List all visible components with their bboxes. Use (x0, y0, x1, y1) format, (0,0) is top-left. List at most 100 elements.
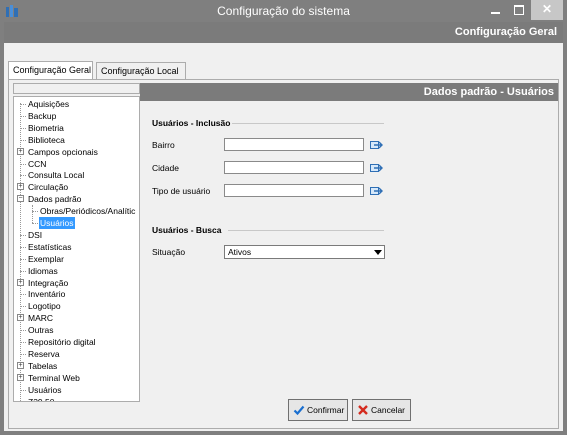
tree-item[interactable]: Usuários (14, 384, 139, 396)
cancel-label: Cancelar (371, 405, 406, 415)
lookup-icon[interactable] (370, 162, 383, 173)
tree-item[interactable]: DSI (14, 229, 139, 241)
tipo-de-usuario-label: Tipo de usuário (152, 186, 211, 196)
lookup-icon[interactable] (370, 139, 383, 150)
tree-connector (20, 294, 26, 296)
tree-item[interactable]: Outras (14, 324, 139, 336)
tree-item[interactable]: Consulta Local (14, 169, 139, 181)
situacao-select[interactable]: Ativos (224, 245, 385, 259)
tree-item[interactable]: Repositório digital (14, 336, 139, 348)
tree-item-label: DSI (28, 229, 43, 240)
tree-connector (20, 234, 26, 236)
tree-item[interactable]: Backup (14, 110, 139, 122)
search-divider (228, 230, 384, 231)
tree-item-label: Backup (28, 110, 57, 121)
expand-icon[interactable]: + (17, 278, 24, 286)
inclusion-section-label: Usuários - Inclusão (152, 118, 231, 128)
tab-body: Aquisições Backup Biometria Biblioteca + Camp… (8, 79, 559, 429)
close-icon: ✕ (541, 2, 553, 16)
tree-item[interactable]: Z39.50 (14, 396, 139, 402)
tree-item[interactable]: + Circulação (14, 181, 139, 193)
tree-item-label: Campos opcionais (28, 146, 98, 157)
tree-item[interactable]: + Terminal Web (14, 372, 139, 384)
tree-item-label: Estatísticas (28, 241, 72, 252)
settings-tree[interactable]: Aquisições Backup Biometria Biblioteca + Camp… (13, 96, 140, 402)
tipo-de-usuario-input[interactable] (224, 184, 364, 197)
tree-item[interactable]: + Integração (14, 277, 139, 289)
tree-connector (20, 139, 26, 141)
tree-item[interactable]: Exemplar (14, 253, 139, 265)
tree-item[interactable]: CCN (14, 158, 139, 170)
tree-item[interactable]: Aquisições (14, 98, 139, 110)
tree-item[interactable]: − Dados padrão (14, 193, 139, 205)
expand-icon[interactable]: + (17, 147, 24, 155)
expand-icon[interactable]: + (17, 373, 24, 381)
collapse-icon[interactable]: − (17, 195, 24, 203)
tree-item-label: Z39.50 (28, 396, 55, 402)
tree-item[interactable]: Reserva (14, 348, 139, 360)
app-window: Configuração do sistema ✕ Configuração G… (0, 0, 567, 435)
tree-item[interactable]: Logotipo (14, 300, 139, 312)
tree-item-label: Circulação (28, 182, 69, 193)
tree-connector (20, 270, 26, 272)
tree-item-label: Reserva (28, 348, 60, 359)
chevron-down-icon[interactable] (374, 250, 382, 255)
header-band: Configuração Geral (4, 22, 563, 43)
tree-item[interactable]: Biometria (14, 122, 139, 134)
window-title: Configuração do sistema (217, 4, 350, 18)
tree-item-label: Biometria (28, 122, 64, 133)
close-button[interactable]: ✕ (531, 0, 563, 20)
tree-item-label: Aquisições (28, 99, 70, 109)
cidade-input[interactable] (224, 161, 364, 174)
tree-item[interactable]: Biblioteca (14, 134, 139, 146)
minimize-button[interactable] (483, 0, 507, 20)
bairro-label: Bairro (152, 140, 175, 150)
tree-item[interactable]: Inventário (14, 288, 139, 300)
confirm-button[interactable]: Confirmar (288, 399, 348, 421)
settings-panel: Dados padrão - Usuários Usuários - Inclu… (140, 83, 558, 426)
tree-item-label: MARC (28, 313, 54, 324)
tree-item-label: Exemplar (28, 253, 64, 264)
tree-item[interactable]: Idiomas (14, 265, 139, 277)
expand-icon[interactable]: + (17, 361, 24, 369)
tree-connector (20, 353, 26, 355)
inclusion-divider (232, 123, 384, 124)
tree-filter-bar[interactable] (13, 83, 140, 94)
expand-icon[interactable]: + (17, 183, 24, 191)
tree-connector (32, 223, 38, 224)
tree-item[interactable]: + Campos opcionais (14, 146, 139, 158)
cidade-label: Cidade (152, 163, 179, 173)
tree-connector (20, 115, 26, 117)
window-client: Configuração Geral Configuração Geral Co… (4, 22, 563, 431)
tree-item-label: Integração (28, 277, 69, 288)
lookup-icon[interactable] (370, 185, 383, 196)
situacao-value: Ativos (228, 247, 252, 257)
x-icon (358, 405, 368, 415)
tree-item-label: Tabelas (28, 360, 58, 371)
maximize-button[interactable] (507, 0, 531, 20)
tree-item[interactable]: + MARC (14, 312, 139, 324)
confirm-label: Confirmar (307, 405, 345, 415)
tree-connector (20, 104, 26, 105)
tree-connector (20, 258, 26, 260)
tree-item[interactable]: + Tabelas (14, 360, 139, 372)
title-bar[interactable]: Configuração do sistema ✕ (0, 0, 567, 22)
tab-configuracao-geral[interactable]: Configuração Geral (8, 61, 93, 80)
tree-item-label: Repositório digital (28, 337, 96, 347)
expand-icon[interactable]: + (17, 314, 24, 322)
tree-connector (20, 330, 26, 332)
tree-connector (20, 246, 26, 248)
situacao-label: Situação (152, 247, 186, 257)
tree-item-label: Usuários (39, 217, 75, 229)
tree-item-label: Inventário (28, 289, 66, 300)
tree-item-label: CCN (28, 158, 47, 169)
tree-connector (20, 175, 26, 177)
header-title: Configuração Geral (454, 26, 557, 38)
tree-item[interactable]: Estatísticas (14, 241, 139, 253)
tree-item-label: Idiomas (28, 265, 58, 276)
tab-configuracao-local[interactable]: Configuração Local (96, 62, 186, 79)
bairro-input[interactable] (224, 138, 364, 151)
cancel-button[interactable]: Cancelar (352, 399, 411, 421)
tree-connector (20, 389, 26, 391)
tree-connector (20, 306, 26, 308)
